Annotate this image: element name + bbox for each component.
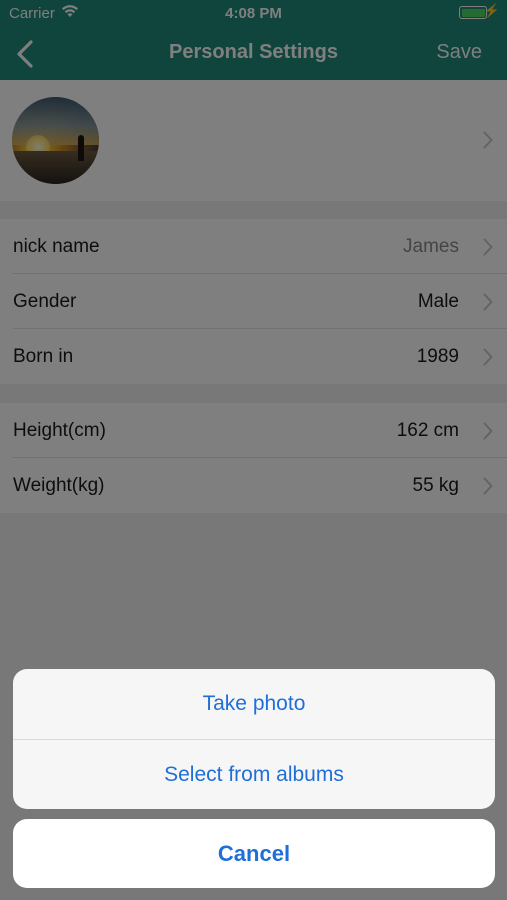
cancel-button[interactable]: Cancel <box>13 819 495 888</box>
take-photo-button[interactable]: Take photo <box>13 669 495 739</box>
select-from-albums-button[interactable]: Select from albums <box>13 739 495 809</box>
photo-action-sheet: Take photo Select from albums <box>13 669 495 809</box>
